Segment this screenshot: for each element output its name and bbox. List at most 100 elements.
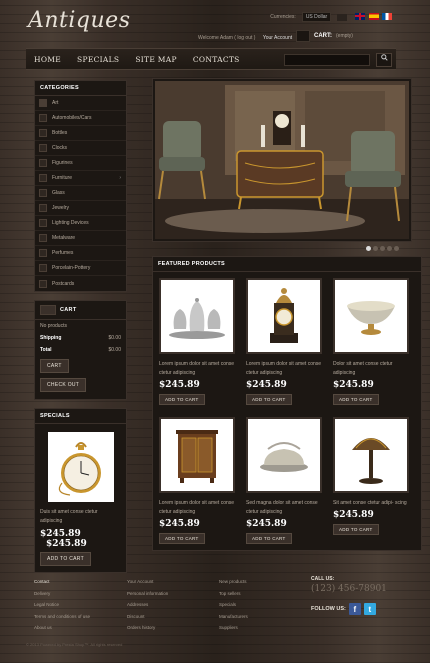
slider-dot[interactable]: [380, 246, 385, 251]
twitter-icon[interactable]: t: [363, 603, 376, 615]
specials-add-to-cart-button[interactable]: ADD TO CART: [40, 552, 91, 566]
slider-dot[interactable]: [366, 246, 371, 251]
product-desc: Sit amet conse ctetur adipi- scing: [333, 500, 407, 506]
pocket-watch-image[interactable]: [47, 432, 114, 502]
nav-site-map[interactable]: SITE MAP: [127, 55, 185, 64]
category-art[interactable]: Art: [35, 96, 126, 111]
footer-link[interactable]: Orders history: [127, 622, 168, 634]
bullet-icon: [39, 99, 47, 107]
add-to-cart-button[interactable]: ADD TO CART: [159, 533, 205, 544]
slider-dot[interactable]: [373, 246, 378, 251]
flag-uk-icon[interactable]: [355, 12, 366, 20]
category-perfumes[interactable]: Perfumes: [35, 246, 126, 261]
footer-link[interactable]: Legal Notice: [34, 599, 90, 611]
category-label: Bottles: [52, 130, 68, 136]
add-to-cart-button[interactable]: ADD TO CART: [159, 394, 205, 405]
add-to-cart-button[interactable]: ADD TO CART: [246, 533, 292, 544]
category-automobiles[interactable]: Automobiles/Cars: [35, 111, 126, 126]
silver-box-image[interactable]: [246, 417, 322, 493]
footer-link[interactable]: Contact: [34, 576, 90, 588]
footer-link[interactable]: Top sellers: [219, 588, 248, 600]
nav-home[interactable]: HOME: [26, 55, 69, 64]
slider-dot[interactable]: [394, 246, 399, 251]
footer-link[interactable]: Delivery: [34, 588, 90, 600]
footer-link[interactable]: Personal information: [127, 588, 168, 600]
add-to-cart-button[interactable]: ADD TO CART: [333, 524, 379, 535]
category-metalware[interactable]: Metalware: [35, 231, 126, 246]
search-button[interactable]: [376, 53, 392, 67]
cart-value: (empty): [336, 33, 353, 39]
welcome-text[interactable]: Welcome Adam ( log out ): [198, 35, 255, 41]
nav-contacts[interactable]: CONTACTS: [185, 55, 248, 64]
specials-old-price: $245.89: [46, 539, 87, 549]
flag-france-icon[interactable]: [382, 12, 392, 20]
category-lighting[interactable]: Lighting Devices: [35, 216, 126, 231]
call-us-label: CALL US:: [311, 576, 335, 582]
add-to-cart-button[interactable]: ADD TO CART: [333, 394, 379, 405]
footer-link[interactable]: Suppliers: [219, 622, 248, 634]
page: Antiques Currencies: US Dollar Welcome A…: [26, 0, 422, 663]
antique-room-illustration: [155, 81, 409, 239]
category-label: Automobiles/Cars: [52, 115, 92, 121]
silver-bowl-image[interactable]: [333, 278, 409, 354]
tea-set-image[interactable]: [159, 278, 235, 354]
flag-spain-icon[interactable]: [368, 12, 379, 20]
category-porcelain[interactable]: Porcelain-Pottery: [35, 261, 126, 276]
nav-specials[interactable]: SPECIALS: [69, 55, 127, 64]
add-to-cart-button[interactable]: ADD TO CART: [246, 394, 292, 405]
total-label: Total: [40, 347, 52, 353]
bullet-icon: [39, 174, 47, 182]
footer-link[interactable]: Your Account: [127, 576, 168, 588]
footer-col-info: Contact Delivery Legal Notice Terms and …: [34, 576, 90, 634]
category-postcards[interactable]: Postcards: [35, 276, 126, 291]
category-furniture[interactable]: Furniture ›: [35, 171, 126, 186]
header: Antiques Currencies: US Dollar Welcome A…: [26, 0, 396, 48]
footer-link[interactable]: Addresses: [127, 599, 168, 611]
phone-number: (123) 456-78901: [311, 584, 387, 594]
slider-dot[interactable]: [387, 246, 392, 251]
logo[interactable]: Antiques: [28, 8, 131, 33]
category-bottles[interactable]: Bottles: [35, 126, 126, 141]
cart-box-title: CART: [35, 301, 126, 320]
mantel-clock-image[interactable]: [246, 278, 322, 354]
product-card: Sit amet conse ctetur adipi- scing $245.…: [333, 417, 420, 544]
cart-button[interactable]: CART: [40, 359, 69, 373]
checkout-button[interactable]: CHECK OUT: [40, 378, 87, 392]
footer-link[interactable]: Manufacturers: [219, 611, 248, 623]
categories-title: CATEGORIES: [35, 81, 126, 96]
specials-title: SPECIALS: [35, 409, 126, 424]
header-cart[interactable]: CART: (empty): [296, 30, 353, 42]
footer-link[interactable]: Terms and conditions of use: [34, 611, 90, 623]
category-figurines[interactable]: Figurines: [35, 156, 126, 171]
language-select[interactable]: [337, 13, 348, 21]
follow-us-label: FOLLOW US:: [311, 606, 346, 612]
hero-image-antique-room: [155, 81, 409, 239]
product-card: Lorem ipsum dolor sit amet conse ctetur …: [159, 417, 246, 544]
welcome-bar: Welcome Adam ( log out ) Your Account: [198, 35, 292, 41]
facebook-icon[interactable]: f: [348, 603, 361, 615]
cabinet-image[interactable]: [159, 417, 235, 493]
category-glass[interactable]: Glass: [35, 186, 126, 201]
cart-no-products: No products: [35, 320, 126, 332]
your-account-link[interactable]: Your Account: [263, 35, 292, 41]
bullet-icon: [39, 189, 47, 197]
product-price: $245.89: [333, 510, 374, 520]
total-value: $0.00: [108, 347, 121, 353]
footer-link[interactable]: Discount: [127, 611, 168, 623]
product-price: $245.89: [333, 380, 374, 390]
mantel-clock-icon: [270, 288, 298, 343]
hero-slider[interactable]: [152, 78, 412, 251]
search-input[interactable]: [284, 54, 370, 66]
category-jewelry[interactable]: Jewelry: [35, 201, 126, 216]
currency-select[interactable]: US Dollar: [301, 12, 332, 22]
category-label: Perfumes: [52, 250, 74, 256]
footer-link[interactable]: Specials: [219, 599, 248, 611]
featured-products: FEATURED PRODUCTS Lorem ipsum dolor sit …: [152, 256, 422, 551]
search-icon: [380, 54, 388, 61]
footer-link[interactable]: About us: [34, 622, 90, 634]
cart-box: CART No products Shipping $0.00 Total $0.0…: [34, 300, 127, 400]
category-clocks[interactable]: Clocks: [35, 141, 126, 156]
cart-title: CART: [60, 307, 77, 313]
tiffany-lamp-image[interactable]: [333, 417, 409, 493]
footer-link[interactable]: New products: [219, 576, 248, 588]
